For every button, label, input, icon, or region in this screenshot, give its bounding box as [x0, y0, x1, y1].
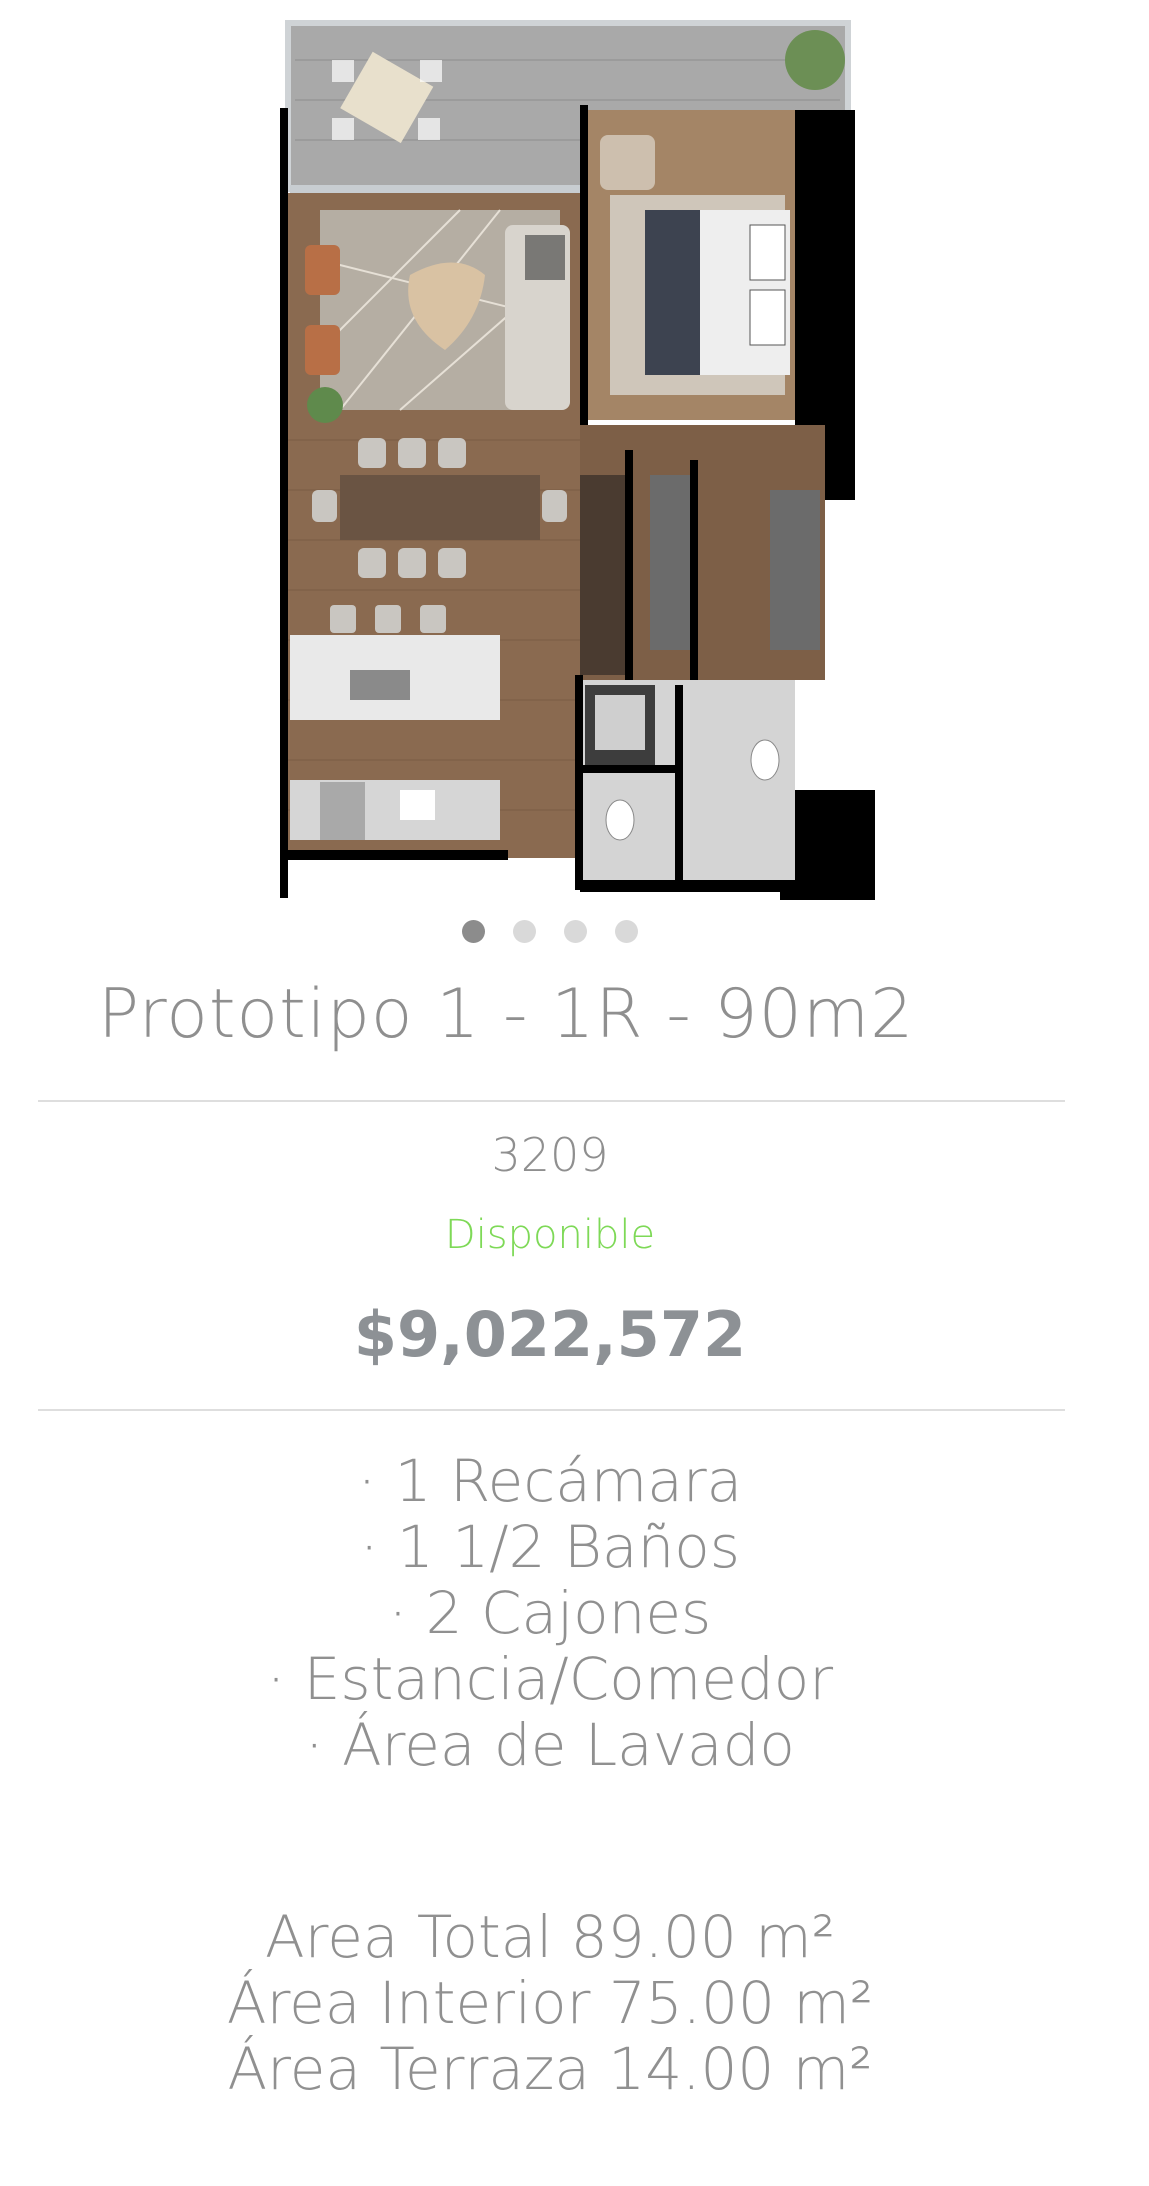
carousel-dot-2[interactable] — [513, 920, 536, 943]
features-list: · 1 Recámara · 1 1/2 Baños · 2 Cajones ·… — [0, 1448, 1100, 1778]
carousel-pagination — [0, 920, 1100, 943]
area-total: Area Total 89.00 m² — [264, 1903, 836, 1971]
feature-item: · Estancia/Comedor — [266, 1645, 834, 1713]
dining-table — [340, 475, 540, 540]
floor-plan-image[interactable] — [280, 20, 880, 900]
price-label: $9,022,572 — [353, 1298, 747, 1371]
divider-top — [38, 1100, 1065, 1102]
areas-list: Area Total 89.00 m² Área Interior 75.00 … — [0, 1904, 1100, 2102]
status-badge: Disponible — [444, 1212, 656, 1258]
area-terrace: Área Terraza 14.00 m² — [227, 2035, 873, 2103]
carousel-dot-1[interactable] — [462, 920, 485, 943]
page-title: Prototipo 1 - 1R - 90m2 — [98, 975, 915, 1054]
plant-icon — [785, 30, 845, 90]
unit-number: 3209 — [491, 1128, 609, 1182]
carousel-dot-3[interactable] — [564, 920, 587, 943]
carousel-dot-4[interactable] — [615, 920, 638, 943]
feature-item: · Área de Lavado — [305, 1711, 795, 1779]
feature-item: · 1 Recámara — [357, 1447, 743, 1515]
area-interior: Área Interior 75.00 m² — [226, 1969, 874, 2037]
terrace-dining-set — [332, 51, 442, 144]
feature-item: · 1 1/2 Baños — [360, 1513, 740, 1581]
feature-item: · 2 Cajones — [388, 1579, 712, 1647]
divider-bottom — [38, 1409, 1065, 1411]
